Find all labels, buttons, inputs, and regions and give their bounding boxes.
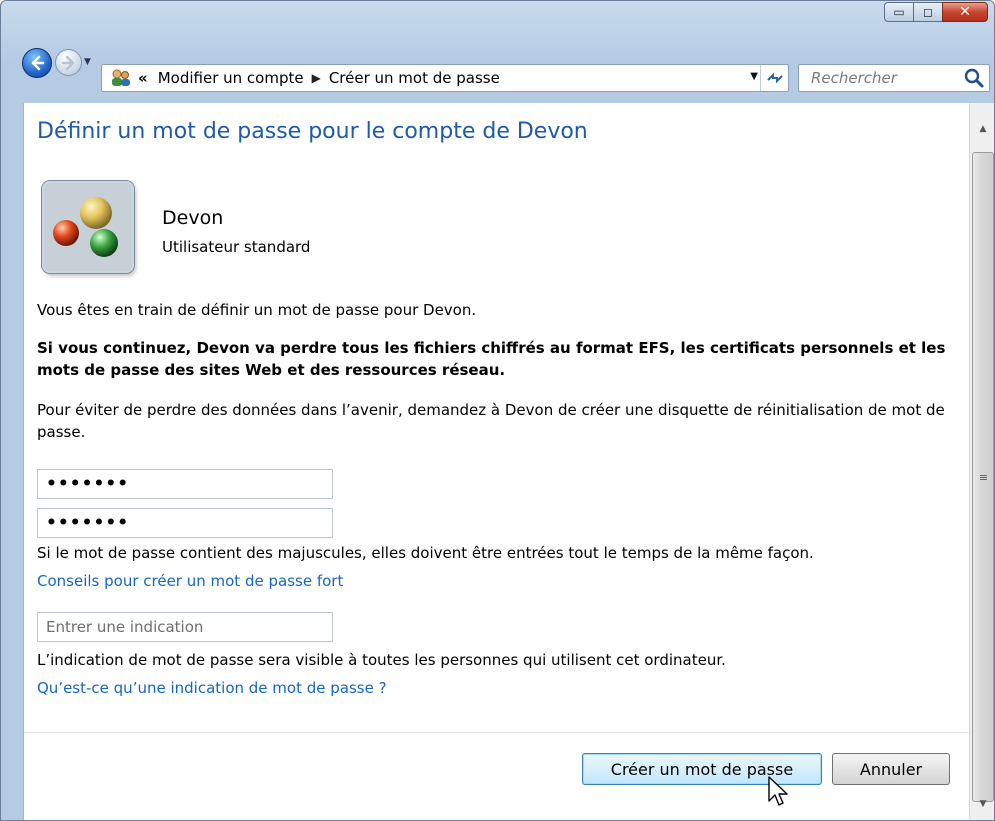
vertical-scrollbar[interactable]: ▲ ≡ ▼	[969, 103, 994, 820]
arrow-left-icon	[31, 55, 45, 71]
cancel-button[interactable]: Annuler	[832, 753, 950, 785]
reset-disk-advice: Pour éviter de perdre des données dans l…	[37, 401, 945, 441]
address-bar[interactable]: « Modifier un compte ▶ Créer un mot de p…	[101, 64, 789, 92]
close-icon: ✕	[959, 4, 971, 20]
breadcrumb-modifier-compte[interactable]: Modifier un compte	[158, 69, 304, 87]
breadcrumb-overflow[interactable]: «	[138, 69, 148, 87]
new-password-value: •••••••	[46, 474, 130, 494]
recent-pages-dropdown[interactable]: ▼	[84, 57, 91, 67]
grip-icon: ≡	[978, 470, 988, 484]
close-button[interactable]: ✕	[942, 2, 988, 22]
user-name: Devon	[162, 207, 224, 229]
strong-password-tips-link[interactable]: Conseils pour créer un mot de passe fort	[37, 572, 343, 590]
confirm-password-value: •••••••	[46, 513, 130, 533]
minimize-icon: ▭	[893, 5, 905, 19]
refresh-button[interactable]	[760, 65, 788, 91]
page-title: Définir un mot de passe pour le compte d…	[37, 119, 588, 144]
main-content: Définir un mot de passe pour le compte d…	[23, 103, 970, 820]
intro-text: Vous êtes en train de définir un mot de …	[37, 301, 477, 319]
search-box[interactable]: Rechercher	[798, 64, 990, 92]
marbles-picture-icon	[44, 183, 132, 271]
scroll-thumb[interactable]: ≡	[972, 152, 994, 802]
confirm-password-field[interactable]: •••••••	[37, 508, 333, 538]
user-type: Utilisateur standard	[162, 238, 311, 256]
arrow-right-icon	[61, 55, 74, 70]
forward-button[interactable]	[55, 49, 82, 76]
efs-warning-text: Si vous continuez, Devon va perdre tous …	[37, 339, 946, 379]
hint-visibility-note: L’indication de mot de passe sera visibl…	[37, 651, 726, 669]
case-sensitivity-note: Si le mot de passe contient des majuscul…	[37, 544, 814, 562]
new-password-field[interactable]: •••••••	[37, 469, 333, 499]
search-input[interactable]: Rechercher	[811, 69, 963, 87]
control-panel-window: ▭ ◻ ✕ ▼ « Modifier un compte ▶ Créer un …	[0, 0, 995, 821]
maximize-icon: ◻	[923, 5, 933, 19]
breadcrumb-separator-icon[interactable]: ▶	[312, 71, 321, 85]
minimize-button[interactable]: ▭	[884, 2, 914, 22]
maximize-button[interactable]: ◻	[913, 2, 943, 22]
caption-buttons: ▭ ◻ ✕	[884, 2, 988, 22]
scroll-up-arrow-icon[interactable]: ▲	[970, 111, 994, 147]
scroll-down-arrow-icon[interactable]: ▼	[970, 786, 994, 820]
password-hint-placeholder: Entrer une indication	[46, 618, 204, 636]
back-button[interactable]	[22, 48, 52, 78]
mouse-cursor-icon	[768, 776, 788, 806]
what-is-hint-link[interactable]: Qu’est-ce qu’une indication de mot de pa…	[37, 679, 387, 697]
divider	[24, 732, 970, 733]
password-hint-field[interactable]: Entrer une indication	[37, 612, 333, 642]
address-dropdown-icon[interactable]: ▼	[750, 71, 758, 82]
breadcrumb-creer-mot-de-passe[interactable]: Créer un mot de passe	[329, 69, 500, 87]
refresh-icon	[766, 72, 783, 84]
search-icon[interactable]	[963, 67, 985, 89]
user-accounts-icon	[110, 68, 132, 88]
user-avatar	[42, 181, 134, 273]
